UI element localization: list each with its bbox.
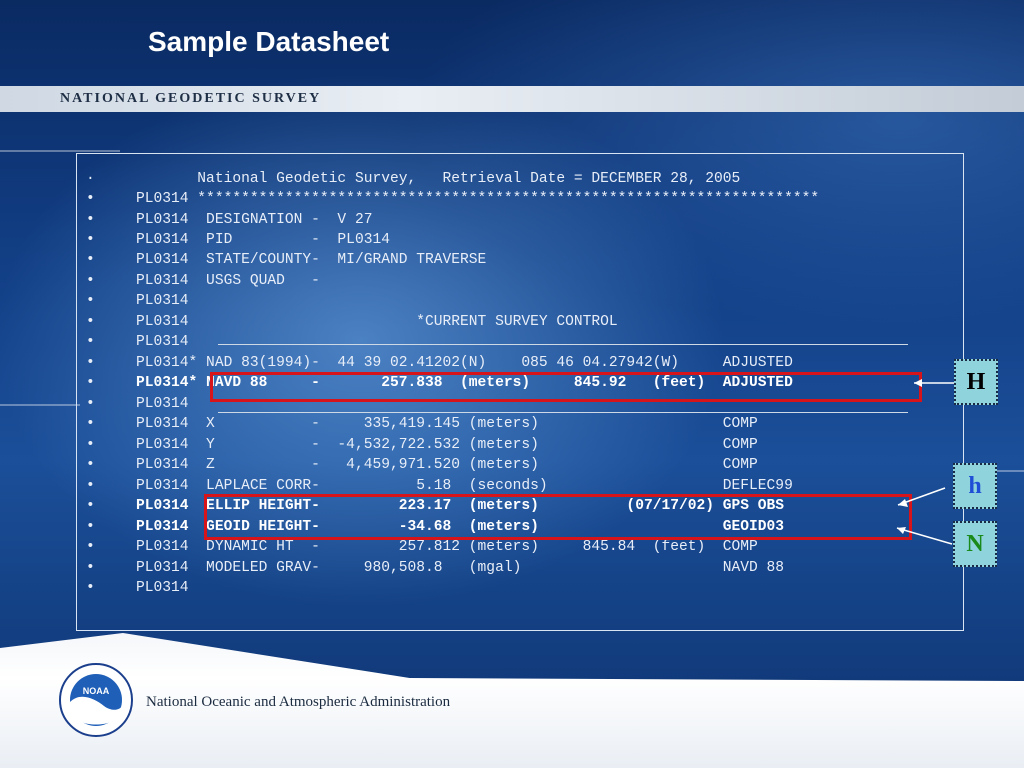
footer-org-name: National Oceanic and Atmospheric Adminis…: [146, 694, 451, 710]
noaa-logo: NOAA: [59, 663, 133, 737]
label-orthometric-height-H: H: [954, 359, 998, 405]
arrow-h-head: [898, 499, 908, 507]
noaa-logo-text: NOAA: [83, 686, 110, 696]
arrow-N: [896, 527, 953, 545]
arrow-H-head: [914, 379, 922, 387]
label-geoid-height-N: N: [953, 521, 997, 567]
label-ellipsoid-height-h: h: [953, 463, 997, 509]
